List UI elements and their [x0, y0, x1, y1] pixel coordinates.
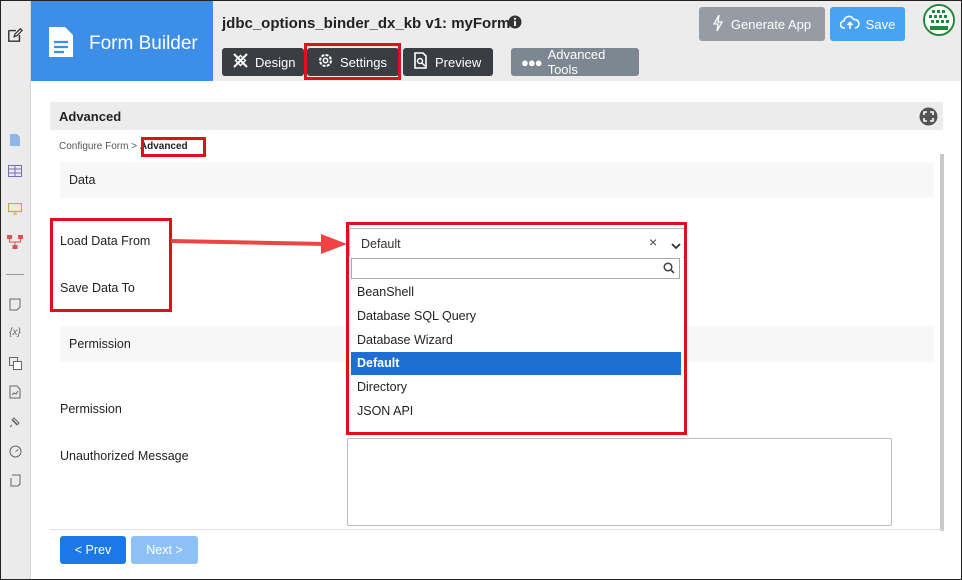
- datalist-icon[interactable]: [7, 163, 23, 179]
- unauthorized-message-textarea[interactable]: [347, 438, 892, 526]
- left-toolbar: {x}: [1, 1, 31, 579]
- document-icon: [47, 25, 75, 62]
- select-value: Default: [361, 237, 401, 251]
- next-button[interactable]: Next >: [131, 536, 198, 564]
- edit-icon[interactable]: [7, 27, 23, 43]
- select-dropdown: BeanShell Database SQL Query Database Wiza…: [349, 256, 683, 428]
- app-title: jdbc_options_binder_dx_kb v1: myForm: [222, 15, 511, 32]
- tab-design[interactable]: Design: [222, 48, 304, 76]
- preview-icon: [413, 52, 429, 72]
- avatar[interactable]: [923, 4, 955, 36]
- chart-file-icon[interactable]: [7, 384, 23, 400]
- gauge-icon[interactable]: [7, 443, 23, 459]
- settings-panel: Advanced Configure Form > Advanced Data …: [31, 81, 961, 579]
- plugin-icon[interactable]: [7, 413, 23, 429]
- advanced-tools-label: Advanced Tools: [547, 47, 606, 77]
- panel-header: Advanced: [50, 102, 943, 130]
- save-data-to-label: Save Data To: [60, 281, 135, 295]
- variable-icon[interactable]: {x}: [7, 324, 23, 340]
- panel-title: Advanced: [59, 109, 122, 124]
- form-icon[interactable]: [7, 132, 23, 148]
- section-data-title: Data: [69, 173, 96, 187]
- footer-divider: [50, 529, 943, 530]
- labels-highlight: [50, 218, 172, 312]
- userview-icon[interactable]: [7, 201, 23, 217]
- dropdown-option[interactable]: Database SQL Query: [351, 305, 681, 328]
- design-icon: [232, 52, 249, 72]
- breadcrumb: Configure Form > Advanced: [59, 141, 188, 152]
- dropdown-option[interactable]: JSON API: [351, 400, 681, 423]
- fullscreen-icon[interactable]: [919, 107, 938, 129]
- search-icon: [663, 262, 675, 277]
- cloud-upload-icon: [839, 15, 860, 33]
- advanced-tools-button[interactable]: ●●● Advanced Tools: [511, 47, 639, 77]
- section-data-header: Data: [60, 162, 934, 198]
- top-bar: jdbc_options_binder_dx_kb v1: myForm Des…: [213, 1, 961, 81]
- dropdown-option[interactable]: Default: [351, 352, 681, 376]
- generate-app-label: Generate App: [730, 16, 812, 32]
- generate-app-button[interactable]: Generate App: [699, 7, 825, 41]
- app-window: {x} Form Builder jdbc_options_binder_dx_…: [0, 0, 962, 580]
- dropdown-option[interactable]: Directory: [351, 376, 681, 399]
- tab-preview[interactable]: Preview: [403, 48, 493, 76]
- dropdown-option[interactable]: BeanShell: [351, 281, 681, 304]
- dots-icon: ●●●: [521, 54, 543, 70]
- annotation-arrow: [171, 234, 347, 254]
- load-data-from-select[interactable]: Default ×: [349, 228, 685, 258]
- scroll-icon[interactable]: [7, 472, 23, 488]
- tab-design-label: Design: [255, 54, 296, 70]
- unauthorized-message-label: Unauthorized Message: [60, 449, 189, 463]
- brand-title: Form Builder: [89, 33, 198, 54]
- translate-icon[interactable]: [7, 355, 23, 371]
- tab-preview-label: Preview: [435, 54, 482, 70]
- gear-icon: [317, 52, 334, 72]
- scrollbar[interactable]: [940, 154, 944, 531]
- permission-label: Permission: [60, 402, 122, 416]
- clear-icon[interactable]: ×: [649, 234, 657, 250]
- prev-button[interactable]: < Prev: [60, 536, 126, 564]
- brand-block: Form Builder: [31, 1, 213, 81]
- process-icon[interactable]: [7, 234, 23, 250]
- load-data-from-label: Load Data From: [60, 234, 151, 248]
- save-label: Save: [865, 16, 896, 32]
- dropdown-search-input[interactable]: [351, 258, 680, 279]
- bolt-icon: [712, 14, 723, 34]
- breadcrumb-parent[interactable]: Configure Form: [59, 141, 128, 152]
- tab-settings-label: Settings: [340, 54, 387, 70]
- tab-settings[interactable]: Settings: [307, 48, 399, 76]
- save-button[interactable]: Save: [830, 7, 905, 41]
- dropdown-option[interactable]: Database Wizard: [351, 329, 681, 352]
- note-icon[interactable]: [7, 296, 23, 312]
- info-icon[interactable]: [508, 15, 522, 32]
- breadcrumb-separator: >: [131, 141, 138, 152]
- chevron-down-icon[interactable]: [671, 238, 681, 253]
- breadcrumb-current: Advanced: [139, 141, 188, 152]
- section-permission-title: Permission: [69, 337, 131, 351]
